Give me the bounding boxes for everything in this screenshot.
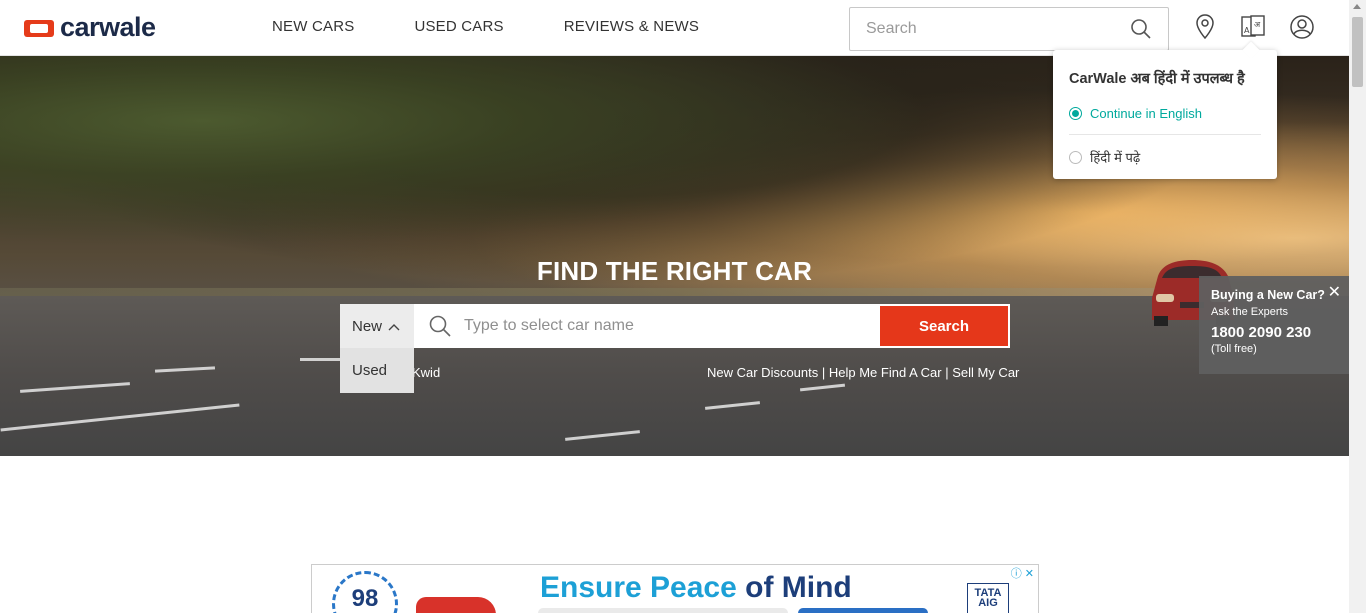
ad-brand-logo: TATA AIG <box>967 583 1009 613</box>
carwale-logo-mark <box>24 18 54 38</box>
main-nav: NEW CARS USED CARS REVIEWS & NEWS <box>272 18 699 35</box>
search-icon[interactable] <box>1130 18 1152 45</box>
scroll-up-icon[interactable] <box>1353 4 1361 9</box>
ad-choices-icon[interactable]: ⓘ ✕ <box>1011 565 1034 581</box>
ad-car-image <box>416 597 496 613</box>
svg-text:A: A <box>1244 26 1250 35</box>
car-type-selected: New <box>352 317 383 335</box>
nav-used-cars[interactable]: USED CARS <box>414 18 503 35</box>
expert-subtitle: Ask the Experts <box>1211 306 1289 318</box>
svg-text:अ: अ <box>1254 20 1261 29</box>
language-popup-title: CarWale अब हिंदी में उपलब्ध है <box>1069 71 1245 87</box>
link-help-me-find-a-car[interactable]: Help Me Find A Car <box>829 365 942 380</box>
user-account-icon[interactable] <box>1289 14 1315 45</box>
link-new-car-discounts[interactable]: New Car Discounts <box>707 365 818 380</box>
page-scrollbar[interactable] <box>1349 0 1366 613</box>
expert-title: Buying a New Car? <box>1211 288 1325 302</box>
close-icon[interactable]: ✕ <box>1328 282 1341 302</box>
car-type-dropdown: Used <box>340 348 414 393</box>
ask-experts-box[interactable]: ✕ Buying a New Car? Ask the Experts 1800… <box>1199 276 1349 374</box>
header-search-input[interactable] <box>866 20 1116 38</box>
carwale-logo[interactable]: carwale <box>24 14 156 41</box>
car-search-input[interactable] <box>464 317 854 335</box>
car-type-select[interactable]: New <box>340 304 414 348</box>
ad-headline: Ensure Peace of Mind <box>540 571 852 604</box>
hero-title: FIND THE RIGHT CAR <box>536 256 813 286</box>
chevron-up-icon <box>388 318 400 335</box>
popular-search-link[interactable]: Kwid <box>412 365 440 380</box>
nav-reviews-news[interactable]: REVIEWS & NEWS <box>564 18 699 35</box>
location-pin-icon[interactable] <box>1195 14 1215 45</box>
scrollbar-thumb[interactable] <box>1352 17 1363 87</box>
header-search <box>849 7 1169 51</box>
quick-links: New Car Discounts | Help Me Find A Car |… <box>707 365 1020 380</box>
search-icon <box>428 314 452 343</box>
search-button[interactable]: Search <box>880 306 1008 346</box>
option-continue-english[interactable]: Continue in English <box>1069 106 1261 121</box>
ad-badge: 98 <box>332 571 398 613</box>
link-sell-my-car[interactable]: Sell My Car <box>952 365 1019 380</box>
dropdown-option-used[interactable]: Used <box>352 362 387 379</box>
radio-english[interactable] <box>1069 107 1082 120</box>
nav-new-cars[interactable]: NEW CARS <box>272 18 354 35</box>
advertisement-banner[interactable]: 98 Ensure Peace of Mind TATA AIG ⓘ ✕ <box>311 564 1039 613</box>
language-popup: CarWale अब हिंदी में उपलब्ध है Continue … <box>1053 41 1277 179</box>
car-search-field: Search <box>414 304 1010 348</box>
option-read-hindi[interactable]: हिंदी में पढ़े <box>1069 148 1261 166</box>
top-header: carwale NEW CARS USED CARS REVIEWS & NEW… <box>0 0 1349 56</box>
expert-note: (Toll free) <box>1211 343 1257 355</box>
page: carwale NEW CARS USED CARS REVIEWS & NEW… <box>0 0 1366 613</box>
radio-hindi[interactable] <box>1069 150 1082 164</box>
language-icon[interactable]: Aअ <box>1240 14 1266 45</box>
expert-phone[interactable]: 1800 2090 230 <box>1211 324 1337 341</box>
car-finder: New Search <box>340 304 1010 348</box>
logo-text: carwale <box>60 12 156 42</box>
